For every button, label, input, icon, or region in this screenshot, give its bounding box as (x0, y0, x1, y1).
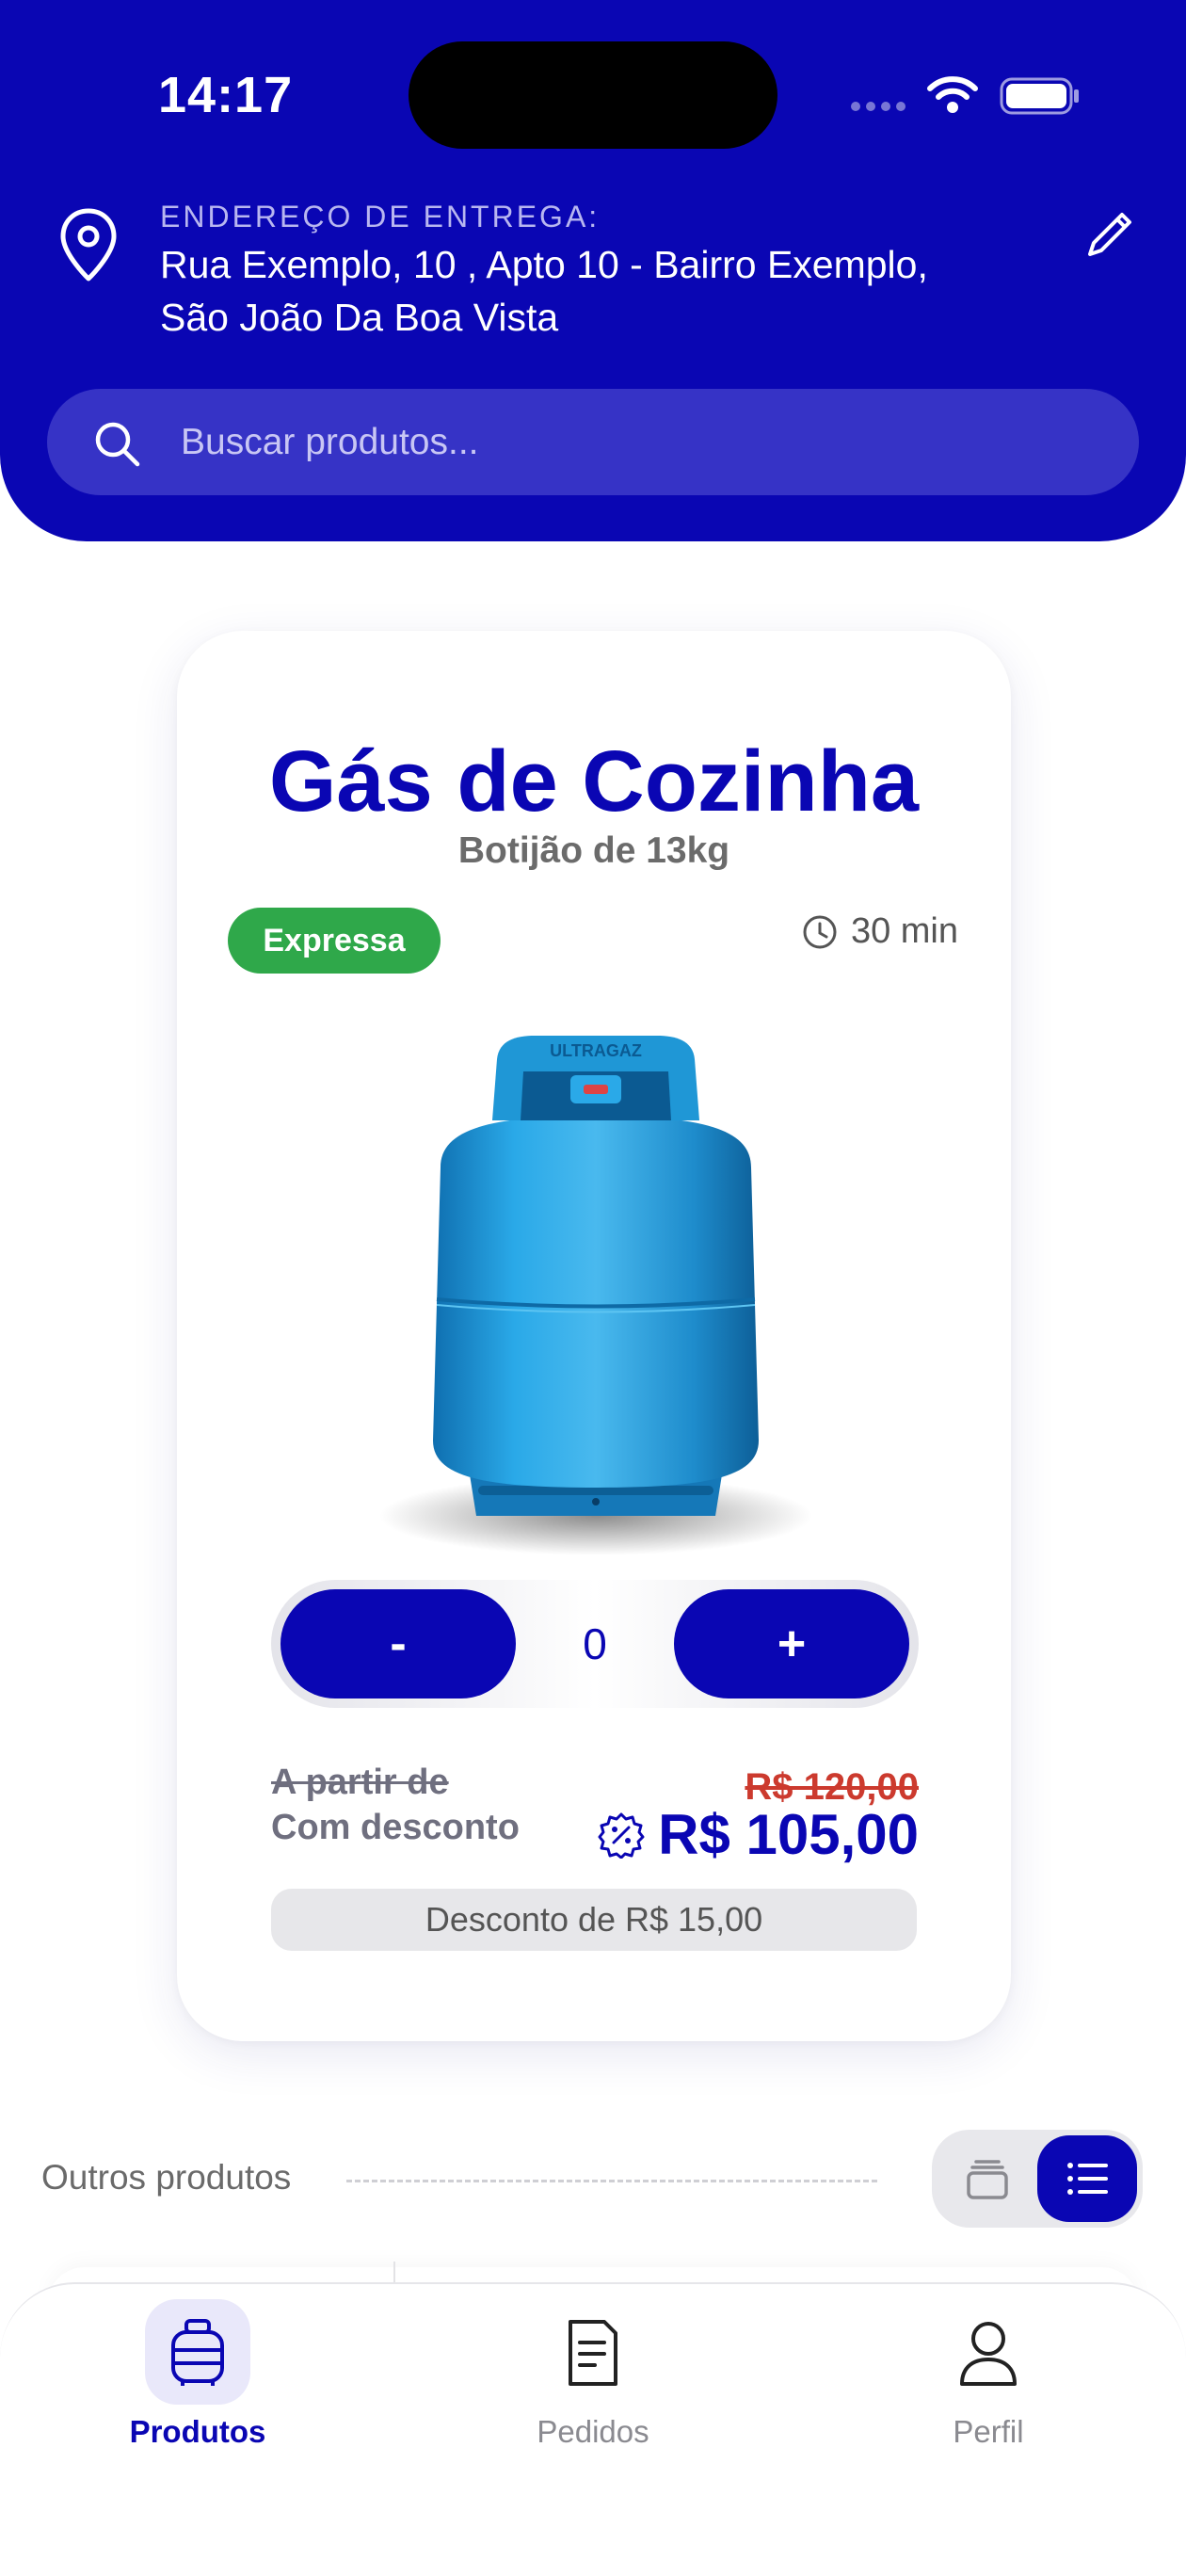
nav-item-produtos[interactable]: Produtos (0, 2284, 395, 2510)
express-badge: Expressa (228, 908, 441, 974)
signal-icon (851, 102, 906, 111)
dynamic-island (409, 41, 777, 149)
from-price-label: A partir de (271, 1763, 449, 1802)
bottom-nav: Produtos Pedidos Perfil (0, 2282, 1186, 2576)
status-time: 14:17 (158, 67, 294, 123)
gas-cylinder-image: ULTRAGAZ (379, 1036, 812, 1555)
edit-pencil-icon[interactable] (1081, 205, 1139, 264)
nav-item-pedidos[interactable]: Pedidos (395, 2284, 791, 2510)
dashed-divider (346, 2180, 877, 2182)
nav-icon-bg (936, 2299, 1041, 2405)
discount-price-label: Com desconto (271, 1808, 520, 1847)
header: 14:17 ENDEREÇO DE ENTREGA: Rua Exemplo, … (0, 0, 1186, 541)
nav-label-perfil: Perfil (953, 2414, 1024, 2449)
address-label: ENDEREÇO DE ENTREGA: (160, 200, 601, 233)
list-view-button[interactable] (1037, 2135, 1137, 2222)
document-icon (569, 2320, 617, 2386)
nav-item-perfil[interactable]: Perfil (791, 2284, 1186, 2510)
list-icon (1067, 2163, 1108, 2195)
gas-cylinder-icon (171, 2319, 224, 2386)
increase-button[interactable]: + (674, 1589, 909, 1699)
quantity-value: 0 (583, 1619, 607, 1668)
product-card[interactable]: Gás de Cozinha Botijão de 13kg Expressa … (177, 631, 1011, 2041)
stack-cards-icon (967, 2160, 1008, 2199)
nav-icon-bg (540, 2299, 646, 2405)
other-products-label: Outros produtos (41, 2158, 292, 2197)
battery-icon (1000, 77, 1079, 115)
person-icon (960, 2322, 1017, 2386)
address-line-1: Rua Exemplo, 10 , Apto 10 - Bairro Exemp… (160, 243, 928, 286)
discount-percent-icon (598, 1812, 645, 1859)
discount-info-bar: Desconto de R$ 15,00 (271, 1889, 917, 1951)
delivery-time: 30 min (802, 911, 958, 952)
location-pin-icon (60, 208, 117, 282)
view-toggle (932, 2130, 1143, 2228)
svg-text:ULTRAGAZ: ULTRAGAZ (550, 1041, 642, 1060)
delivery-time-text: 30 min (850, 911, 958, 951)
new-price-row: R$ 105,00 (598, 1802, 919, 1867)
wifi-icon (927, 76, 978, 113)
new-price: R$ 105,00 (658, 1803, 919, 1866)
nav-label-pedidos: Pedidos (537, 2414, 649, 2449)
quantity-stepper: - 0 + (271, 1580, 919, 1708)
product-title: Gás de Cozinha (268, 733, 920, 829)
search-bar[interactable] (47, 389, 1139, 495)
nav-icon-bg (145, 2299, 250, 2405)
search-input[interactable] (181, 389, 1084, 495)
product-subtitle: Botijão de 13kg (457, 830, 730, 871)
clock-icon (803, 915, 837, 948)
card-view-button[interactable] (938, 2135, 1037, 2222)
search-icon (95, 422, 140, 467)
nav-label-produtos: Produtos (129, 2414, 266, 2449)
address-line-2: São João Da Boa Vista (160, 296, 559, 339)
decrease-button[interactable]: - (280, 1589, 516, 1699)
